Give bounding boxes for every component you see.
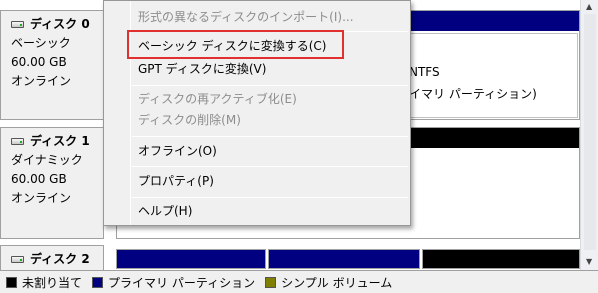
partition-status: イマリ パーティション) [409,87,537,101]
menu-separator [132,166,408,167]
vertical-scrollbar[interactable]: ▲ ▼ [580,0,598,270]
menu-item-import-foreign[interactable]: 形式の異なるディスクのインポート(I)... [138,7,354,27]
menu-item-offline[interactable]: オフライン(O) [138,141,217,161]
legend-item-simple: シンプル ボリューム [265,274,392,291]
scroll-track[interactable] [584,14,596,250]
disk-status: オンライン [11,74,72,88]
legend-swatch [6,276,17,288]
legend-label: プライマリ パーティション [108,275,256,290]
legend-label: シンプル ボリューム [281,275,393,290]
menu-item-convert-gpt[interactable]: GPT ディスクに変換(V) [138,59,266,79]
disk-label-0[interactable]: ディスク 0 ベーシック 60.00 GB オンライン [0,10,104,120]
scroll-down-icon[interactable]: ▼ [586,258,592,266]
disk-area-2 [116,245,580,271]
legend-swatch [92,276,104,288]
disk-size: 60.00 GB [11,55,67,69]
legend-swatch [265,276,277,288]
highlight-annotation-box [127,30,344,59]
menu-item-delete-disk[interactable]: ディスクの削除(M) [138,110,241,130]
legend-label: 未割り当て [22,275,83,290]
unallocated-segment[interactable] [422,249,580,269]
disk-type: ベーシック [11,36,71,50]
menu-item-help[interactable]: ヘルプ(H) [138,201,192,221]
partition-filesystem: NTFS [409,65,440,79]
menu-item-reactivate[interactable]: ディスクの再アクティブ化(E) [138,89,297,109]
disk-type: ダイナミック [11,153,83,167]
disk-name: ディスク 0 [30,17,90,31]
disk-label-1[interactable]: ディスク 1 ダイナミック 60.00 GB オンライン [0,127,104,239]
disk-icon [11,256,24,263]
disk-size: 60.00 GB [11,172,67,186]
disk-icon [11,138,24,145]
menu-separator [132,85,408,86]
partition-segment[interactable] [268,249,420,269]
partition-segment[interactable] [116,249,266,269]
disk-status: オンライン [11,191,72,205]
legend-bar: 未割り当て プライマリ パーティション シンプル ボリューム [0,270,598,293]
disk-name: ディスク 1 [30,134,90,148]
legend-item-unallocated: 未割り当て [6,274,82,291]
disk-name: ディスク 2 [30,252,90,266]
legend-item-primary: プライマリ パーティション [92,274,255,291]
disk-icon [11,21,24,28]
menu-item-properties[interactable]: プロパティ(P) [138,171,214,191]
menu-separator [132,197,408,198]
menu-separator [132,136,408,137]
scroll-up-icon[interactable]: ▲ [586,3,592,11]
